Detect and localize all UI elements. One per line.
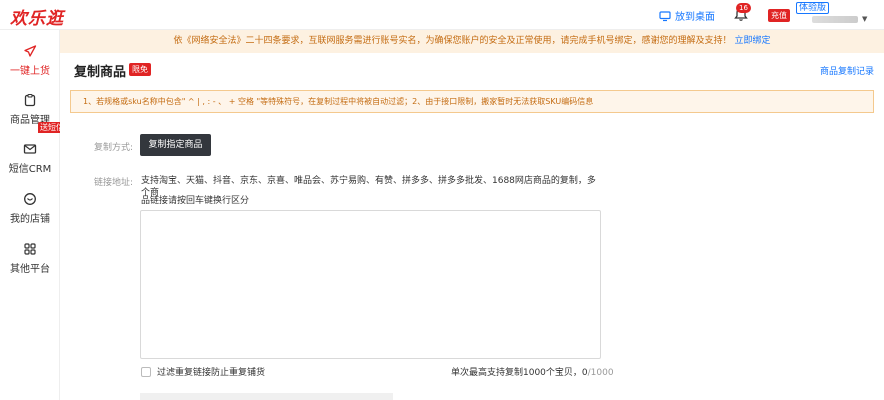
filter-duplicate-checkbox[interactable] [141,366,151,377]
copy-limit-counter: 单次最高支持复制1000个宝贝，0/1000 [451,365,614,378]
sidebar-item-sms-crm[interactable]: 短信CRM [0,142,60,175]
sidebar-item-other-platforms[interactable]: 其他平台 [0,242,60,275]
submit-button-area[interactable] [140,393,393,400]
title-row: 复制商品 限免 商品复制记录 [60,53,884,87]
filter-duplicate-option[interactable]: 过滤重复链接防止重复铺货 [141,365,265,378]
monitor-icon [659,10,671,21]
user-account-name[interactable] [812,16,858,23]
add-to-desktop-label: 放到桌面 [675,12,715,23]
copy-mode-label: 复制方式: [94,143,134,153]
notice-text: 依《网络安全法》二十四条要求，互联网服务需进行账号实名，为确保您账户的安全及正常… [173,36,732,46]
trial-version-badge: 体验版 [796,2,830,14]
add-to-desktop-button[interactable]: 放到桌面 [659,8,715,23]
sidebar-item-label: 我的店铺 [10,214,50,225]
copy-record-link[interactable]: 商品复制记录 [820,64,874,77]
copy-specified-product-button[interactable]: 复制指定商品 [140,134,211,156]
free-badge: 限免 [129,63,151,76]
sidebar-item-my-store[interactable]: 我的店铺 [0,192,60,225]
limit-text: 单次最高支持复制1000个宝贝， [451,368,582,378]
notification-count-badge: 16 [736,3,751,13]
sidebar-item-label: 短信CRM [8,164,52,175]
paper-plane-icon [24,45,37,57]
chevron-down-icon[interactable]: ▼ [862,15,867,23]
real-name-notice: 依《网络安全法》二十四条要求，互联网服务需进行账号实名，为确保您账户的安全及正常… [60,30,884,53]
page-title: 复制商品 [74,65,127,80]
link-address-label: 链接地址: [94,178,134,188]
link-newline-hint: 品链接请按回车键换行区分 [141,196,250,206]
sidebar-item-label: 一键上货 [10,66,50,77]
sidebar-item-label: 其他平台 [10,264,50,275]
app-logo[interactable]: 欢乐逛 [10,4,64,29]
mail-icon [23,144,37,154]
top-bar: 欢乐逛 放到桌面 16 充值 体验版 ▼ [0,0,884,30]
limit-max: /1000 [587,368,614,378]
copy-form-panel: 1、若规格或sku名称中包含" ^ | , : - 、 + 空格 "等特殊符号，… [60,87,884,400]
clipboard-icon [24,93,36,107]
grid-icon [24,243,36,255]
recharge-button[interactable]: 充值 [768,9,790,22]
link-address-input[interactable] [140,210,601,359]
sidebar-item-one-click-listing[interactable]: 一键上货 [0,44,60,77]
filter-duplicate-label: 过滤重复链接防止重复铺货 [157,368,266,378]
sidebar: 一键上货 商品管理 短信CRM 我的店铺 其他平台 [0,30,60,400]
store-icon [24,193,36,205]
bind-now-link[interactable]: 立即绑定 [734,36,770,46]
special-char-tip: 1、若规格或sku名称中包含" ^ | , : - 、 + 空格 "等特殊符号，… [70,90,874,113]
